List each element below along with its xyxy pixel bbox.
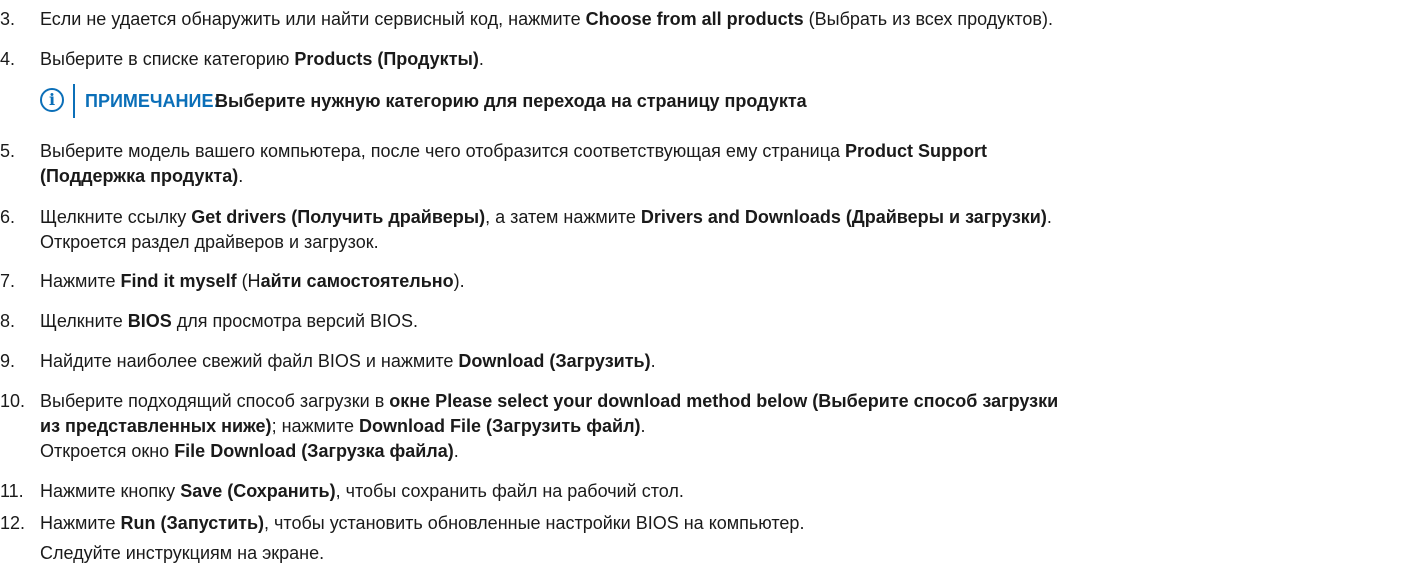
ui-term: Run (Запустить) [120,513,265,533]
step-text: Найдите наиболее свежий файл BIOS и нажм… [40,351,656,371]
step-number: 10. [0,391,26,411]
step-text: Выберите в списке категорию Products (Пр… [40,49,484,69]
step-number: 9. [0,351,16,371]
step-number: 12. [0,513,26,533]
ui-term: Drivers and Downloads (Драйверы и загруз… [640,207,1047,227]
step-text: Нажмите Find it myself (Найти самостояте… [40,271,465,291]
step-text: Выберите модель вашего компьютера, после… [40,141,988,161]
ui-term: окне Please select your download method … [389,391,1059,411]
step-10-result: Откроется окно File Download (Загрузка ф… [40,441,459,461]
ui-term: Download (Загрузить) [458,351,651,371]
ui-term: Products (Продукты) [294,49,479,69]
step-text: Щелкните BIOS для просмотра версий BIOS. [40,311,419,331]
ui-term: (Поддержка продукта) [40,166,239,186]
step-number: 4. [0,49,16,69]
step-number: 3. [0,9,16,29]
ui-term: айти самостоятельно [260,271,454,291]
step-number: 6. [0,207,16,227]
ui-term: Product Support [845,141,988,161]
step-12-result: Следуйте инструкциям на экране. [40,543,325,563]
ui-term: Save (Сохранить) [180,481,336,501]
ui-term: Get drivers (Получить драйверы) [191,207,486,227]
ui-term: Download File (Загрузить файл) [359,416,641,436]
step-10-continuation: из представленных ниже); нажмите Downloa… [40,416,646,436]
step-text: Нажмите Run (Запустить), чтобы установит… [40,513,805,533]
step-number: 11. [0,481,24,501]
step-number: 8. [0,311,16,331]
step-number: 7. [0,271,16,291]
info-icon: i [40,88,64,112]
note-text: Выберите нужную категорию для перехода н… [215,91,807,111]
step-5-continuation: (Поддержка продукта). [40,166,244,186]
instruction-document: 3. Если не удается обнаружить или найти … [0,0,1402,570]
ui-term: BIOS [127,311,172,331]
note-divider [73,84,75,118]
step-text: Нажмите кнопку Save (Сохранить), чтобы с… [40,481,684,501]
ui-term: File Download (Загрузка файла) [174,441,454,461]
note-label: ПРИМЕЧАНИЕ: [85,91,220,111]
step-text: Щелкните ссылку Get drivers (Получить др… [40,207,1052,227]
ui-term: Choose from all products [585,9,804,29]
step-6-continuation: Откроется раздел драйверов и загрузок. [40,232,379,252]
ui-term: Find it myself [120,271,237,291]
ui-term: из представленных ниже) [40,416,272,436]
step-text: Выберите подходящий способ загрузки в ок… [40,391,1059,411]
step-number: 5. [0,141,16,161]
step-text: Если не удается обнаружить или найти сер… [40,9,1053,29]
